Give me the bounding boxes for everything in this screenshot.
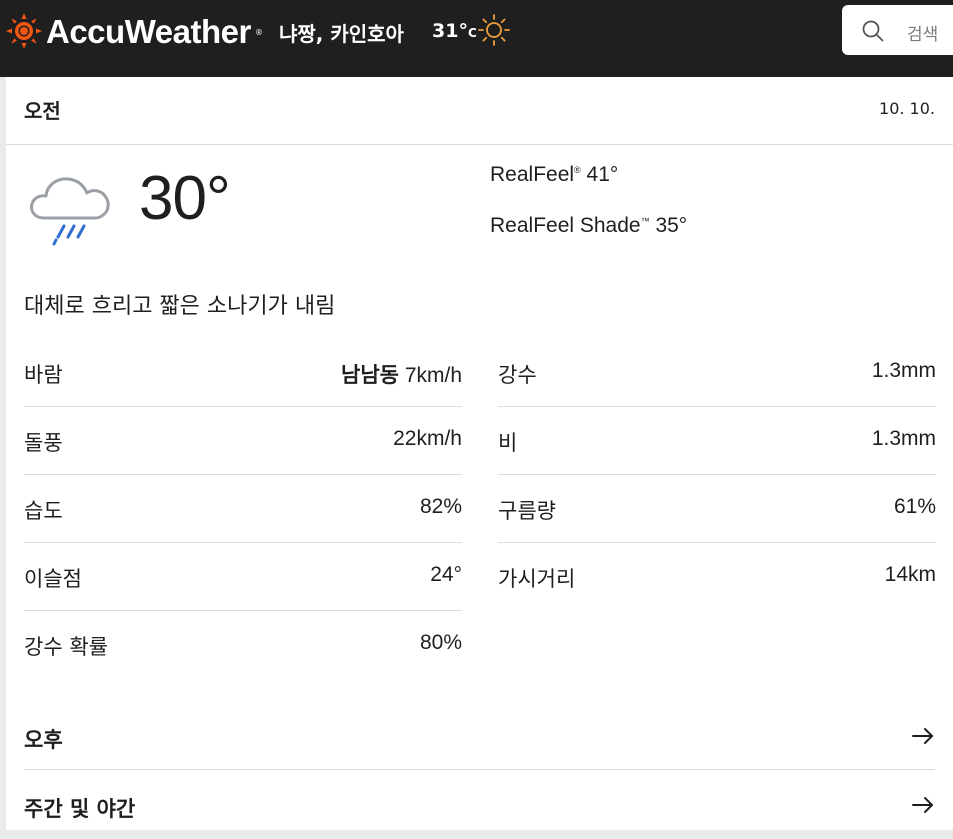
current-location[interactable]: 냐짱, 카인호아 (279, 18, 404, 47)
period-header: 오전 10. 10. (6, 77, 953, 145)
header-temp-value: 31° (432, 20, 468, 42)
detail-value: 80% (419, 631, 462, 654)
weather-phrase: 대체로 흐리고 짧은 소나기가 내림 (24, 294, 336, 319)
cloud-rain-icon (30, 177, 110, 246)
arrow-right-icon (912, 728, 933, 744)
detail-row-dew-point: 이슬점 24° (24, 543, 462, 611)
period-title: 오전 (24, 99, 61, 123)
detail-value: 남남동 7km/h (341, 359, 462, 389)
realfeel-shade-mark: ™ (640, 216, 650, 226)
detail-row-cloud-cover: 구름량 61% (498, 475, 936, 543)
details-left: 바람 남남동 7km/h 돌풍 22km/h 습도 82% 이슬점 24° 강수… (24, 339, 462, 679)
detail-value: 61% (893, 495, 936, 518)
detail-row-rain: 비 1.3mm (498, 407, 936, 475)
wind-direction: 남남동 (341, 363, 399, 387)
accuweather-logo-icon[interactable] (6, 13, 42, 49)
detail-row-wind: 바람 남남동 7km/h (24, 339, 462, 407)
header-temperature[interactable]: 31°C (432, 20, 477, 42)
detail-label: 이슬점 (24, 567, 82, 591)
top-bar: AccuWeather ® 냐짱, 카인호아 31°C 검색 (0, 0, 953, 77)
detail-row-precipitation: 강수 1.3mm (498, 339, 936, 407)
realfeel-shade: RealFeel Shade™ 35° (490, 214, 687, 238)
day-night-link[interactable]: 주간 및 야간 (24, 771, 935, 839)
search-box[interactable]: 검색 (842, 5, 953, 55)
day-night-label: 주간 및 야간 (24, 797, 136, 821)
detail-label: 비 (498, 431, 518, 455)
realfeel-shade-label: RealFeel Shade (490, 214, 641, 237)
current-temperature: 30° (139, 164, 231, 233)
detail-label: 바람 (24, 363, 63, 387)
detail-value: 22km/h (393, 427, 462, 450)
detail-row-precip-probability: 강수 확률 80% (24, 611, 462, 679)
detail-row-gust: 돌풍 22km/h (24, 407, 462, 475)
detail-label: 강수 확률 (24, 635, 108, 659)
brand-name[interactable]: AccuWeather (46, 13, 251, 51)
afternoon-link[interactable]: 오후 (24, 702, 935, 770)
period-date: 10. 10. (879, 99, 935, 118)
detail-label: 강수 (498, 363, 537, 387)
wind-speed: 7km/h (404, 364, 462, 387)
detail-label: 가시거리 (498, 567, 576, 591)
brand-registered-mark: ® (255, 28, 263, 37)
realfeel-value: 41° (586, 163, 619, 186)
search-placeholder: 검색 (907, 25, 939, 45)
header-temp-unit: C (467, 26, 477, 40)
detail-label: 구름량 (498, 499, 556, 523)
detail-value: 1.3mm (871, 359, 936, 382)
detail-value: 24° (430, 563, 462, 586)
realfeel: RealFeel® 41° (490, 163, 618, 187)
realfeel-mark: ® (574, 165, 581, 175)
realfeel-shade-value: 35° (655, 214, 688, 237)
arrow-right-icon (912, 797, 933, 813)
detail-value: 14km (884, 563, 936, 586)
search-icon[interactable] (862, 20, 884, 42)
realfeel-label: RealFeel (490, 163, 575, 186)
detail-value: 82% (419, 495, 462, 518)
sunny-icon (478, 14, 510, 46)
detail-row-visibility: 가시거리 14km (498, 543, 936, 611)
detail-value: 1.3mm (871, 427, 936, 450)
afternoon-label: 오후 (24, 728, 63, 752)
detail-label: 습도 (24, 499, 63, 523)
detail-row-humidity: 습도 82% (24, 475, 462, 543)
detail-label: 돌풍 (24, 431, 63, 455)
forecast-card: 오전 10. 10. 30° RealFeel® 41° RealFeel Sh… (6, 77, 953, 830)
details-right: 강수 1.3mm 비 1.3mm 구름량 61% 가시거리 14km (498, 339, 936, 611)
